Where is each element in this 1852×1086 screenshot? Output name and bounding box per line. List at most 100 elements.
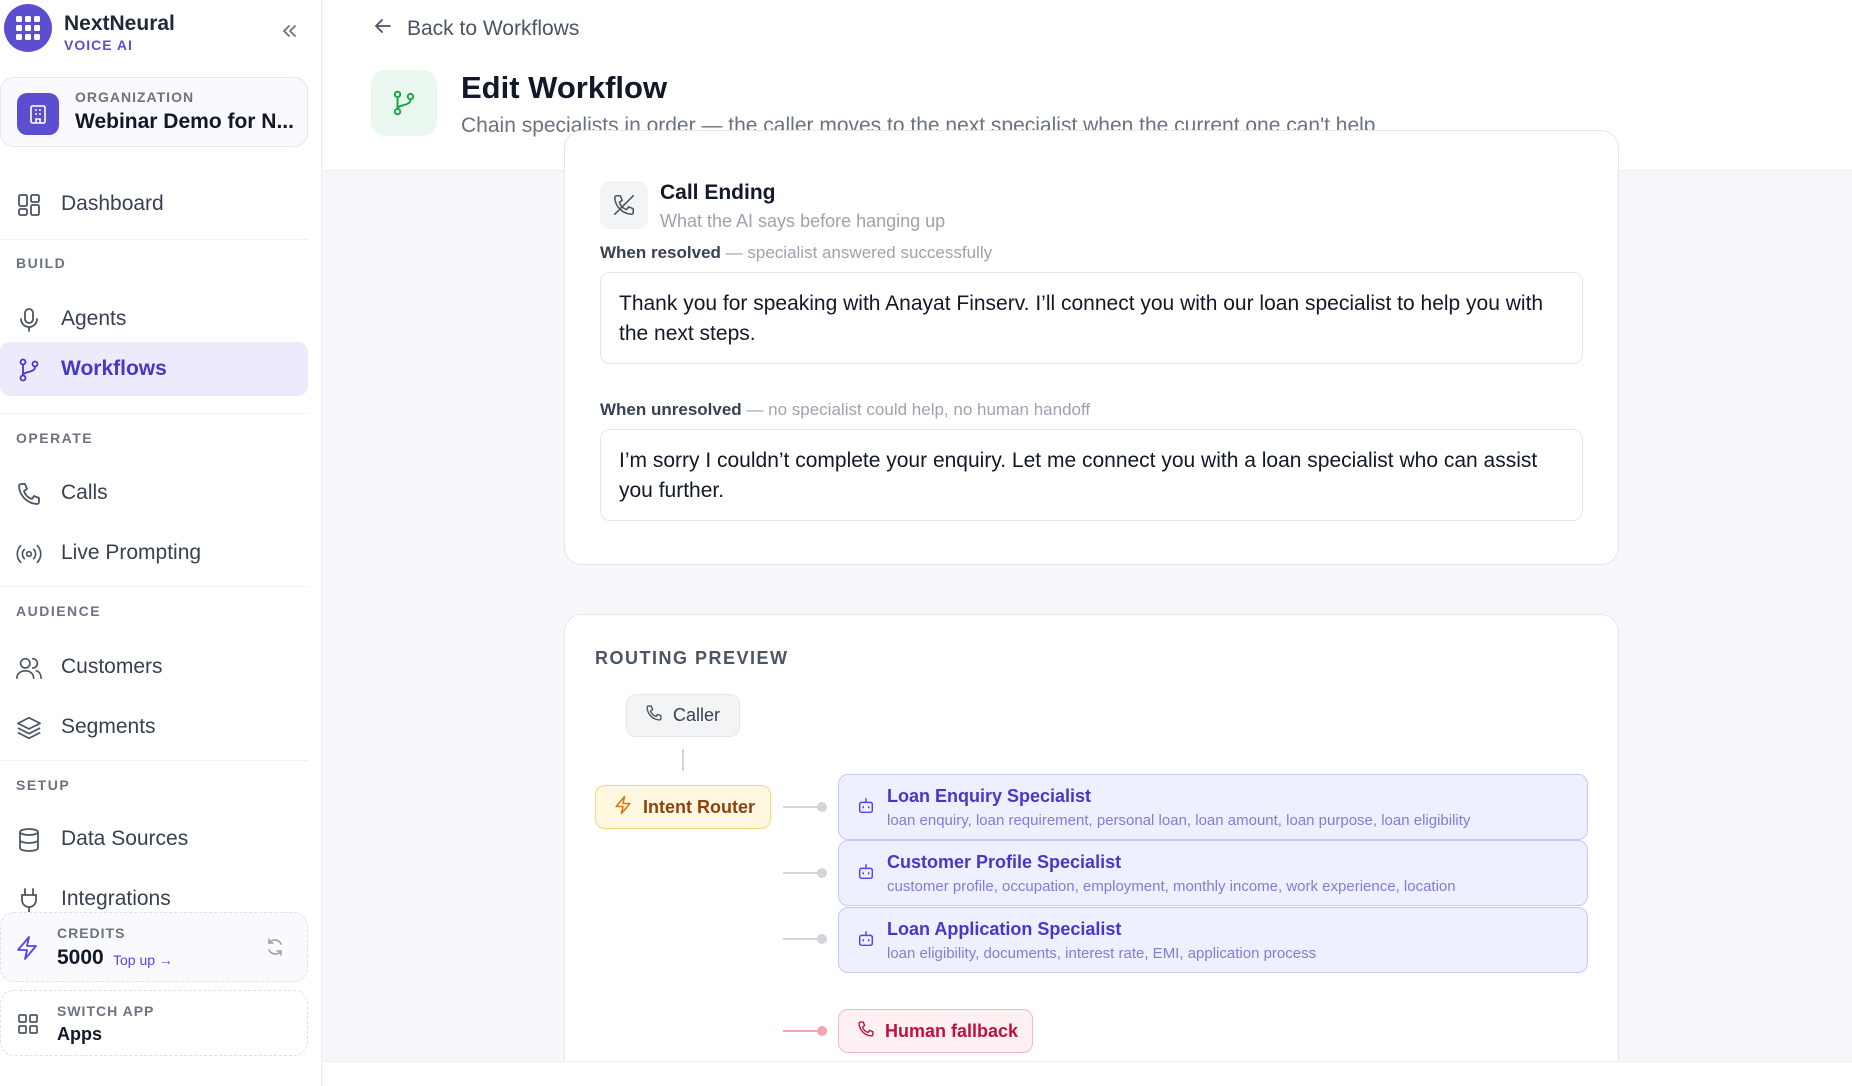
sidebar-item-agents[interactable]: Agents [0,292,308,346]
specialist-keywords: loan eligibility, documents, interest ra… [887,945,1317,962]
back-to-workflows-link[interactable]: Back to Workflows [373,14,579,44]
specialist-node: Customer Profile Specialist customer pro… [838,840,1588,906]
building-icon [17,93,59,135]
organization-name: Webinar Demo for N... [75,110,294,133]
sidebar-item-label: Segments [61,715,156,738]
switch-app-value: Apps [57,1024,102,1044]
plug-icon [16,887,42,913]
users-icon [16,655,42,681]
resolved-label: When resolved — specialist answered succ… [600,243,992,263]
call-ending-card: Call Ending What the AI says before hang… [564,130,1619,565]
organization-switcher[interactable]: ORGANIZATION Webinar Demo for N... [0,77,308,147]
specialist-keywords: loan enquiry, loan requirement, personal… [887,812,1471,829]
sidebar-item-label: Data Sources [61,827,189,850]
sidebar-item-data-sources[interactable]: Data Sources [0,812,308,866]
bot-icon [857,863,875,886]
grid-logo-icon [4,4,52,52]
credits-value: 5000 [57,946,104,969]
sidebar-item-label: Calls [61,481,108,504]
unresolved-message-textarea[interactable]: I’m sorry I couldn’t complete your enqui… [600,429,1583,521]
arrow-left-icon [373,16,393,42]
sidebar-item-workflows[interactable]: Workflows [0,342,308,396]
specialist-name: Loan Application Specialist [887,919,1122,939]
broadcast-icon [16,541,42,567]
resolved-label-title: When resolved [600,243,721,262]
apps-grid-icon [17,1013,39,1040]
connector-line [783,802,827,812]
credits-label: CREDITS [57,925,126,941]
sidebar-item-label: Integrations [61,887,171,910]
dashboard-icon [16,192,42,218]
refresh-icon[interactable] [265,937,285,962]
intent-router-label: Intent Router [643,796,755,817]
connector-line [783,868,827,878]
caller-node: Caller [626,694,740,737]
workflow-branch-icon [371,70,437,136]
layers-icon [16,715,42,741]
human-fallback-label: Human fallback [885,1020,1019,1041]
caller-label: Caller [673,705,721,725]
page-title: Edit Workflow [461,70,668,105]
sidebar-item-label: Customers [61,655,163,678]
specialist-node: Loan Enquiry Specialist loan enquiry, lo… [838,774,1588,840]
unresolved-label-hint: — no specialist could help, no human han… [746,400,1091,419]
brand-name: NextNeural [64,12,175,35]
switch-app-card[interactable]: SWITCH APP Apps [0,990,308,1056]
divider [0,239,308,240]
divider [0,760,308,761]
organization-label: ORGANIZATION [75,89,195,105]
phone-icon [16,481,42,507]
connector-line [783,1026,827,1036]
section-label-build: BUILD [16,255,67,271]
credits-card: CREDITS 5000 Top up → [0,912,308,982]
resolved-label-hint: — specialist answered successfully [725,243,993,262]
switch-app-label: SWITCH APP [57,1003,155,1019]
database-icon [16,827,42,853]
human-fallback-node: Human fallback [838,1009,1033,1053]
specialist-keywords: customer profile, occupation, employment… [887,878,1456,895]
git-branch-icon [16,357,42,383]
bot-icon [857,797,875,820]
divider [0,586,308,587]
lightning-icon [613,795,633,820]
lightning-icon [15,935,39,966]
back-link-label: Back to Workflows [407,17,580,40]
phone-icon [857,1020,875,1043]
section-label-setup: SETUP [16,777,71,793]
sidebar-item-label: Dashboard [61,192,164,215]
sidebar-item-label: Live Prompting [61,541,202,564]
bottom-bar [323,1061,1852,1086]
specialist-name: Customer Profile Specialist [887,852,1122,872]
call-ending-title: Call Ending [660,181,776,204]
sidebar-item-customers[interactable]: Customers [0,640,308,694]
connector-line [783,934,827,944]
divider [0,413,308,414]
sidebar-item-label: Workflows [61,357,167,380]
intent-router-node: Intent Router [595,785,771,829]
bot-icon [857,930,875,953]
specialist-node: Loan Application Specialist loan eligibi… [838,907,1588,973]
phone-off-icon [600,181,648,229]
unresolved-label: When unresolved — no specialist could he… [600,400,1090,420]
sidebar-item-live-prompting[interactable]: Live Prompting [0,526,308,580]
top-up-link[interactable]: Top up → [113,952,173,968]
sidebar-item-dashboard[interactable]: Dashboard [0,177,308,231]
unresolved-label-title: When unresolved [600,400,742,419]
collapse-sidebar-icon[interactable] [278,20,300,42]
section-label-operate: OPERATE [16,430,94,446]
sidebar-item-calls[interactable]: Calls [0,466,308,520]
resolved-message-textarea[interactable]: Thank you for speaking with Anayat Finse… [600,272,1583,364]
section-label-audience: AUDIENCE [16,603,102,619]
microphone-icon [16,307,42,333]
connector-line [682,749,684,771]
sidebar-item-label: Agents [61,307,127,330]
sidebar-item-segments[interactable]: Segments [0,700,308,754]
brand: NextNeural VOICE AI [4,4,322,53]
routing-preview-title: ROUTING PREVIEW [595,648,789,668]
brand-subtitle: VOICE AI [64,37,133,53]
phone-icon [645,704,663,727]
specialist-name: Loan Enquiry Specialist [887,786,1092,806]
routing-preview-card: ROUTING PREVIEW Caller Intent Router Loa… [564,614,1619,1086]
call-ending-subtitle: What the AI says before hanging up [660,211,946,231]
sidebar: NextNeural VOICE AI ORGANIZATION Webinar… [0,0,322,1086]
